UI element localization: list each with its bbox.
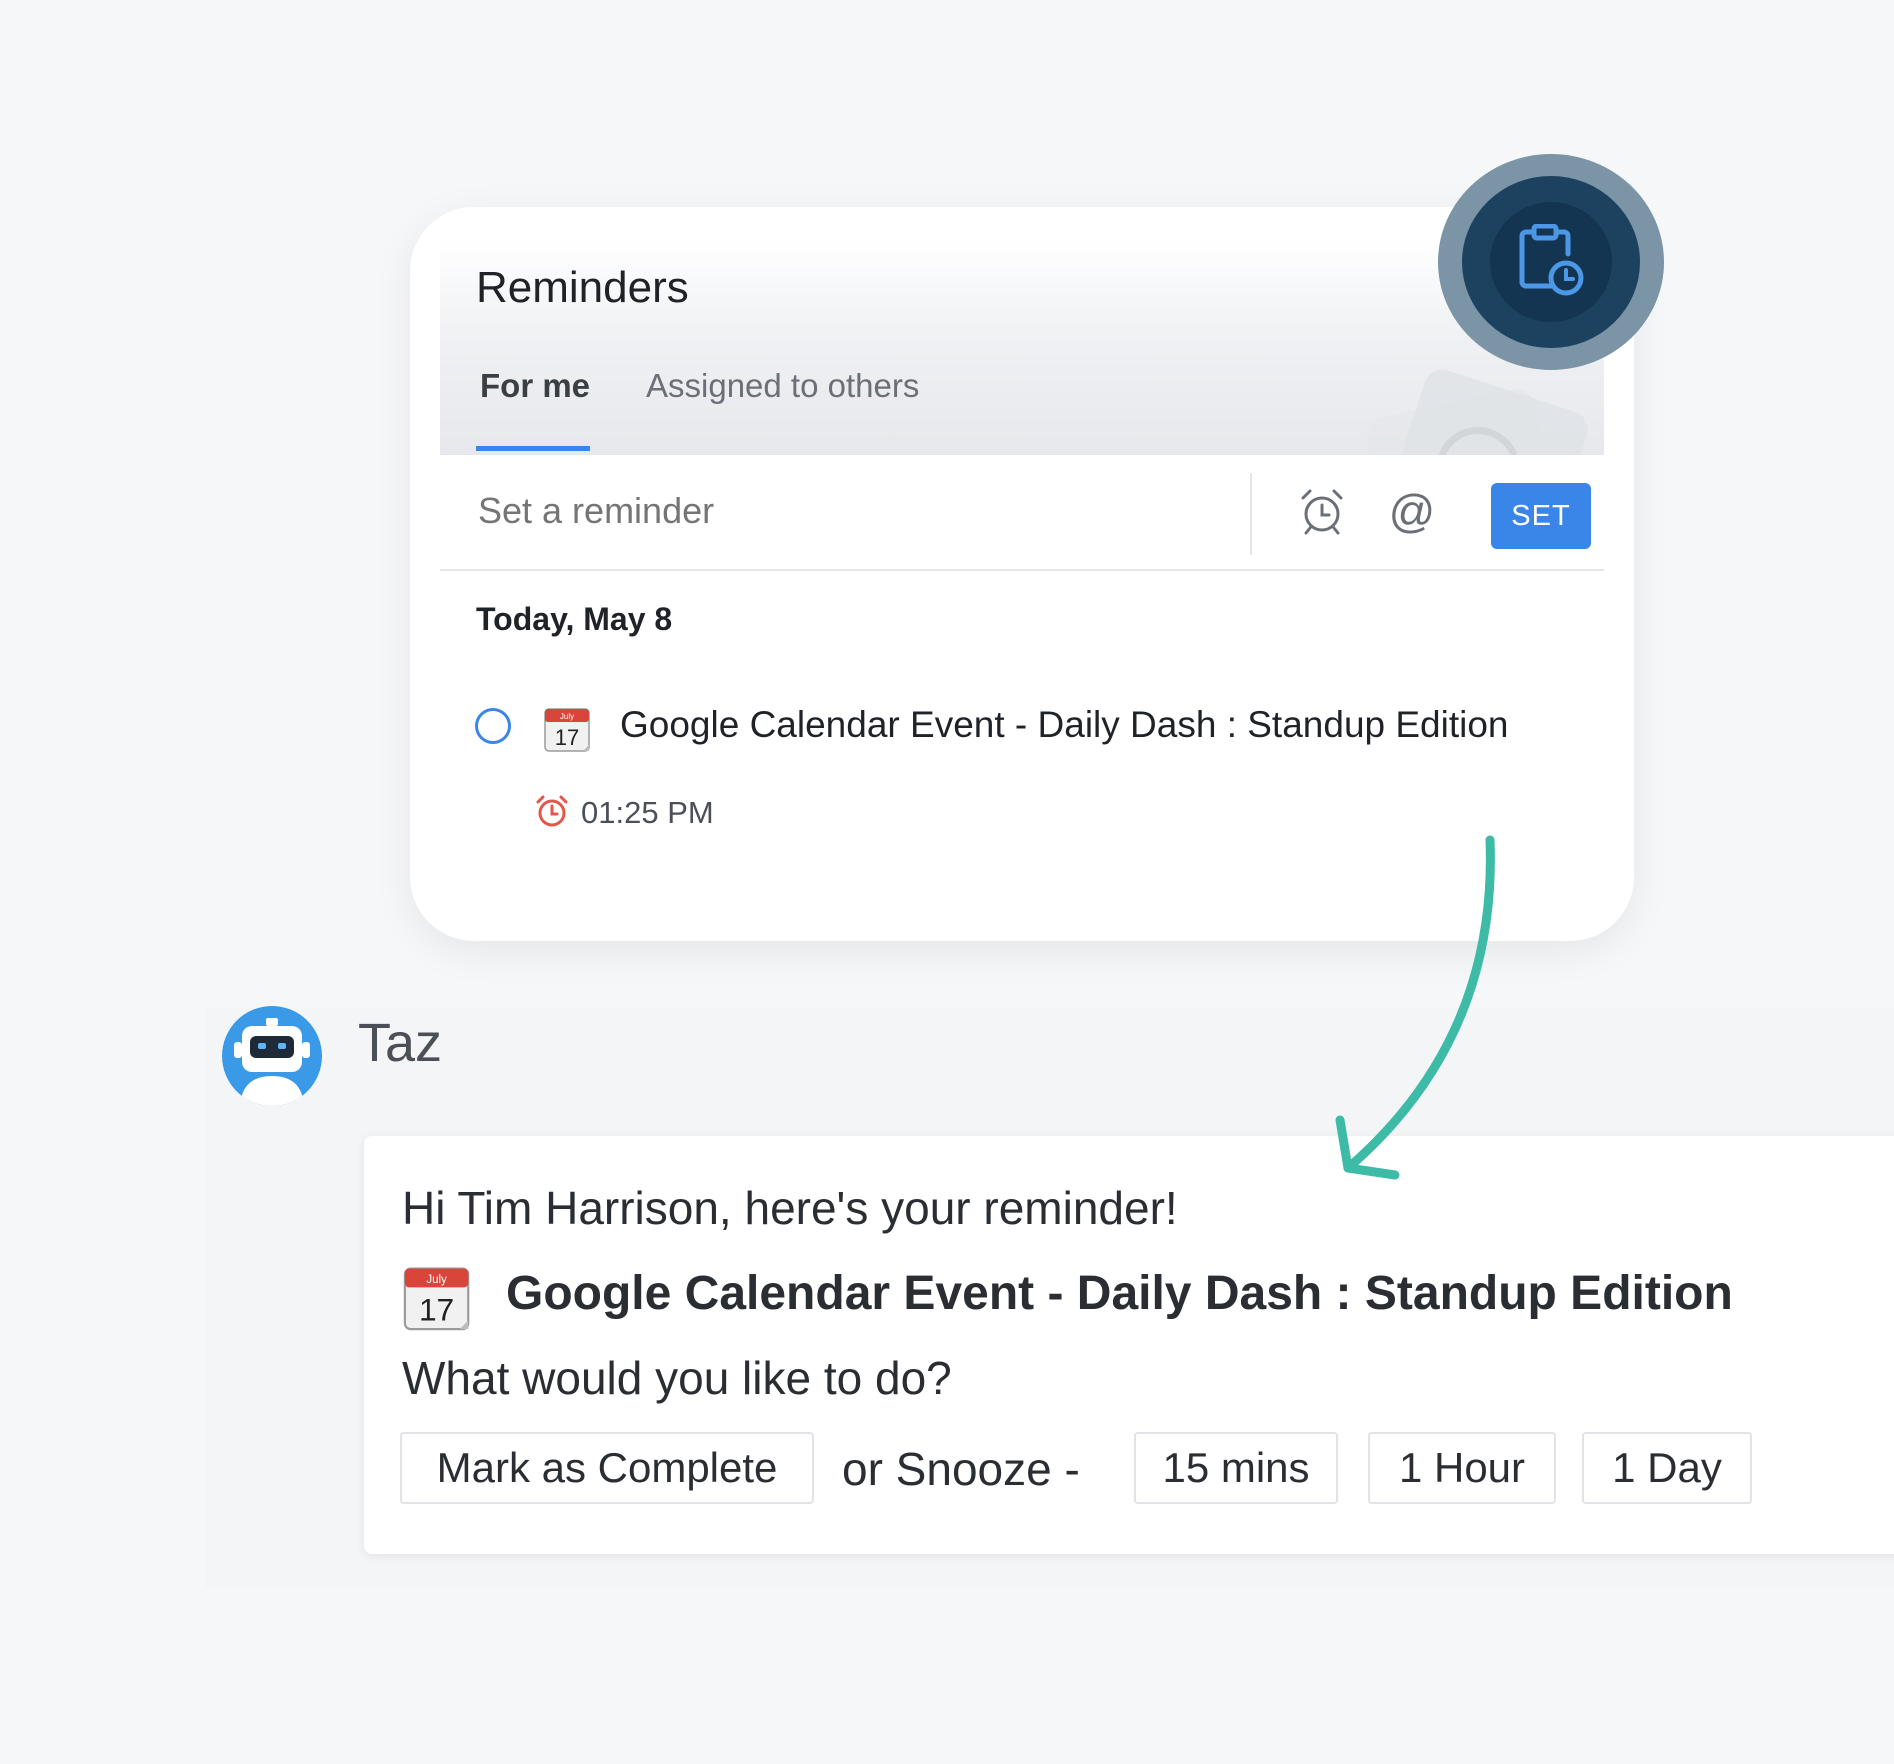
complete-checkbox[interactable] [475, 708, 511, 744]
tab-for-me[interactable]: For me [480, 367, 590, 405]
sender-name: Taz [358, 1013, 443, 1073]
reminder-message: Hi Tim Harrison, here's your reminder! J… [364, 1136, 1894, 1554]
active-tab-indicator [476, 446, 590, 451]
calendar-day-label: 17 [555, 725, 579, 750]
mention-icon[interactable]: @ [1384, 483, 1440, 539]
arrow-connector [1335, 835, 1495, 1180]
reminders-fab[interactable] [1438, 154, 1664, 370]
calendar-icon: July 17 [543, 703, 593, 758]
calendar-icon: July 17 [402, 1260, 474, 1337]
message-question: What would you like to do? [402, 1352, 952, 1404]
calendar-month-label: July [560, 712, 574, 721]
calendar-day-label: 17 [419, 1291, 454, 1327]
reminders-title: Reminders [476, 263, 689, 312]
clipboard-clock-icon [1490, 202, 1612, 322]
alarm-clock-icon[interactable] [1294, 483, 1350, 539]
reminder-input[interactable] [476, 489, 1180, 533]
message-greeting: Hi Tim Harrison, here's your reminder! [402, 1182, 1178, 1234]
fab-ring [1462, 176, 1640, 348]
snooze-label: or Snooze - [842, 1443, 1080, 1495]
snooze-1-day-button[interactable]: 1 Day [1582, 1432, 1752, 1504]
reminder-item-text[interactable]: Google Calendar Event - Daily Dash : Sta… [620, 704, 1509, 746]
alarm-icon [534, 793, 570, 834]
snooze-15-mins-button[interactable]: 15 mins [1134, 1432, 1338, 1504]
date-heading: Today, May 8 [476, 601, 673, 637]
mark-complete-button[interactable]: Mark as Complete [400, 1432, 814, 1504]
tab-assigned-to-others[interactable]: Assigned to others [646, 367, 919, 405]
calendar-month-label: July [426, 1274, 447, 1286]
set-button[interactable]: SET [1491, 483, 1591, 549]
input-divider [1250, 473, 1252, 555]
reminder-input-row: @ SET [440, 455, 1604, 571]
bot-avatar[interactable] [222, 1006, 322, 1106]
message-event-title: Google Calendar Event - Daily Dash : Sta… [506, 1267, 1733, 1320]
reminder-time: 01:25 PM [581, 795, 714, 830]
snooze-1-hour-button[interactable]: 1 Hour [1368, 1432, 1556, 1504]
